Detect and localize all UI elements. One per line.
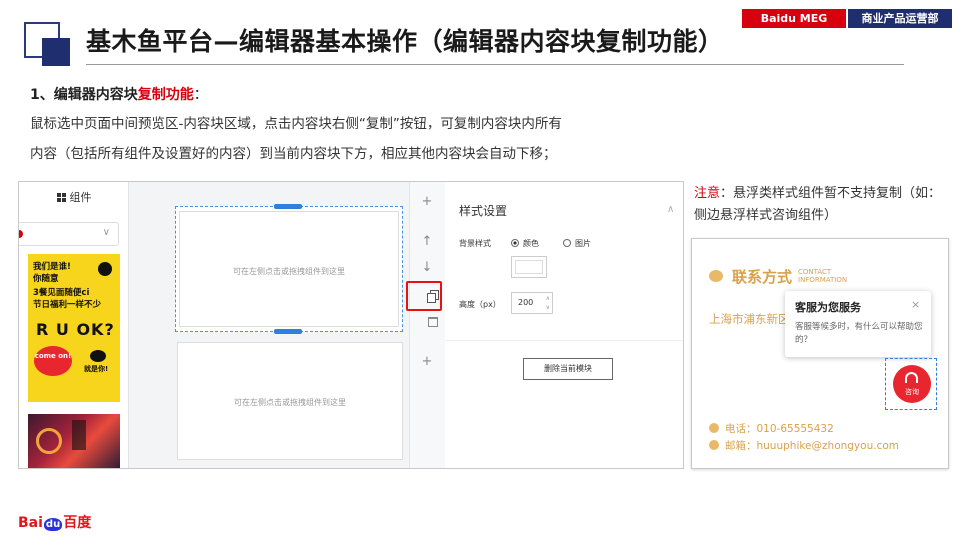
- note-body: ：悬浮类样式组件暂不支持复制（如：侧边悬浮样式咨询组件）: [694, 186, 942, 223]
- contact-en-line-2: INFORMATION: [798, 276, 848, 284]
- email-text: 邮箱：huuuphike@zhongyou.com: [725, 440, 899, 452]
- radio-image[interactable]: 图片: [563, 238, 591, 249]
- customer-service-popup: 客服为您服务 × 客服等候多时，有什么可以帮助您的？: [785, 291, 931, 357]
- height-value: 200: [518, 298, 534, 307]
- contact-email: 邮箱：huuuphike@zhongyou.com: [709, 438, 899, 453]
- consult-label: 咨询: [905, 388, 919, 396]
- description-line-1: 鼠标选中页面中间预览区-内容块区域，点击内容块右侧“复制”按钮，可复制内容块内所…: [30, 116, 562, 132]
- editor-screenshot: 组件 ∨ 我们是谁! 你随意 3餐见面随便ci 节日福利一样不少 R U OK?…: [18, 181, 684, 469]
- radio-selected-icon: [511, 239, 519, 247]
- style-settings-panel: 样式设置 ∧ 背景样式 颜色 图片 高度（px） 200 ∧ ∨ 删除当前模块: [445, 182, 683, 468]
- page-title: 基木鱼平台—编辑器基本操作（编辑器内容块复制功能）: [86, 27, 724, 56]
- move-up-button[interactable]: ↑: [416, 232, 438, 252]
- mail-icon: [709, 440, 719, 450]
- contact-card-screenshot: 联系方式 CONTACT INFORMATION 上海市浦东新区 客服为您服务 ×…: [691, 238, 949, 469]
- component-category-select[interactable]: ∨: [19, 222, 119, 246]
- components-label: 组件: [69, 191, 92, 204]
- popup-body: 客服等候多时，有什么可以帮助您的？: [795, 322, 923, 345]
- poster-line-1: 我们是谁!: [33, 262, 71, 272]
- heading-colon: ：: [193, 87, 208, 103]
- radio-color-label: 颜色: [523, 239, 539, 248]
- contact-en-line-1: CONTACT: [798, 268, 832, 276]
- block-hint-2: 可在左侧点击或拖拽组件到这里: [234, 398, 346, 407]
- copy-button-highlight: [406, 281, 442, 311]
- add-block-top-button[interactable]: +: [416, 192, 438, 212]
- height-input[interactable]: 200 ∧ ∨: [511, 292, 553, 314]
- title-divider: [86, 64, 904, 65]
- style-settings-title: 样式设置: [459, 204, 508, 218]
- poster-figure-icon: [90, 350, 106, 362]
- color-swatch: [515, 260, 543, 274]
- baidu-logo: Bai du 百度: [18, 512, 91, 532]
- radio-color[interactable]: 颜色: [511, 238, 539, 249]
- contact-phone: 电话：010-65555432: [709, 421, 834, 436]
- chat-icon: [709, 270, 723, 282]
- delete-block-button[interactable]: [416, 312, 438, 332]
- chevron-down-icon: ∨: [102, 227, 110, 238]
- photo-ring-shape: [36, 428, 62, 454]
- headset-icon: [905, 372, 918, 383]
- logo-part-cn: 百度: [63, 515, 92, 531]
- phone-text: 电话：010-65555432: [725, 423, 834, 435]
- content-block-inner: 可在左侧点击或拖拽组件到这里: [179, 211, 399, 327]
- delete-module-button[interactable]: 删除当前模块: [523, 358, 613, 380]
- poster-line-4: 节日福利一样不少: [33, 300, 102, 310]
- chevron-up-icon[interactable]: ∧: [667, 204, 674, 215]
- logo-paw-icon: du: [43, 518, 63, 531]
- panel-divider: [445, 340, 683, 341]
- poster-bubble: come on!: [34, 346, 72, 376]
- note-highlight: 注意: [694, 186, 721, 201]
- section-heading: 1、编辑器内容块复制功能：: [30, 84, 208, 104]
- add-block-bottom-button[interactable]: +: [416, 352, 438, 372]
- components-header[interactable]: 组件: [19, 182, 129, 214]
- trash-icon: [428, 317, 438, 327]
- height-label: 高度（px）: [459, 300, 501, 309]
- tag-department: 商业产品运营部: [848, 9, 952, 28]
- logo-part-bai: Bai: [18, 515, 43, 531]
- description-line-2: 内容（包括所有组件及设置好的内容）到当前内容块下方，相应其他内容块会自动下移；: [30, 146, 557, 162]
- phone-icon: [709, 423, 719, 433]
- consult-button[interactable]: 咨询: [893, 365, 931, 403]
- block-hint: 可在左侧点击或拖拽组件到这里: [233, 267, 345, 276]
- contact-address: 上海市浦东新区: [709, 312, 790, 326]
- canvas-gutter: [129, 182, 169, 468]
- note-text: 注意：悬浮类样式组件暂不支持复制（如：侧边悬浮样式咨询组件）: [694, 183, 954, 227]
- poster-big-text: R U OK?: [36, 320, 115, 339]
- contact-title: 联系方式: [732, 268, 793, 286]
- content-block-selected[interactable]: 可在左侧点击或拖拽组件到这里: [175, 204, 403, 334]
- close-icon[interactable]: ×: [911, 298, 920, 311]
- heading-highlight: 复制功能: [137, 87, 194, 103]
- bg-style-label: 背景样式: [459, 239, 491, 248]
- resize-handle-bottom[interactable]: [274, 329, 302, 334]
- move-down-button[interactable]: ↓: [416, 258, 438, 278]
- stepper-up-icon[interactable]: ∧: [546, 295, 550, 302]
- consult-float-selection: 咨询: [885, 358, 937, 410]
- poster-line-3: 3餐见面随便ci: [33, 288, 90, 298]
- poster-small-text: 就是你!: [84, 365, 109, 373]
- block-toolbar: + ↑ ↓ +: [409, 182, 445, 468]
- poster-face-icon: [98, 262, 112, 276]
- header-logo-fill: [42, 38, 70, 66]
- component-panel: 组件 ∨ 我们是谁! 你随意 3餐见面随便ci 节日福利一样不少 R U OK?…: [19, 182, 129, 468]
- heading-prefix: 1、编辑器内容块: [30, 87, 138, 103]
- tag-baidu-meg: Baidu MEG: [742, 9, 846, 28]
- grid-icon: [56, 193, 66, 202]
- poster-line-2: 你随意: [33, 274, 59, 284]
- content-block[interactable]: 可在左侧点击或拖拽组件到这里: [177, 342, 403, 460]
- stepper-down-icon[interactable]: ∨: [546, 304, 550, 311]
- contact-title-en: CONTACT INFORMATION: [798, 268, 847, 284]
- radio-image-label: 图片: [575, 239, 591, 248]
- photo-figure-shape: [72, 420, 86, 450]
- color-picker[interactable]: [511, 256, 547, 278]
- resize-handle-top[interactable]: [274, 204, 302, 209]
- radio-icon: [563, 239, 571, 247]
- poster-component-thumbnail[interactable]: 我们是谁! 你随意 3餐见面随便ci 节日福利一样不少 R U OK? come…: [28, 254, 120, 402]
- popup-title: 客服为您服务: [795, 301, 861, 314]
- image-component-thumbnail[interactable]: [28, 414, 120, 468]
